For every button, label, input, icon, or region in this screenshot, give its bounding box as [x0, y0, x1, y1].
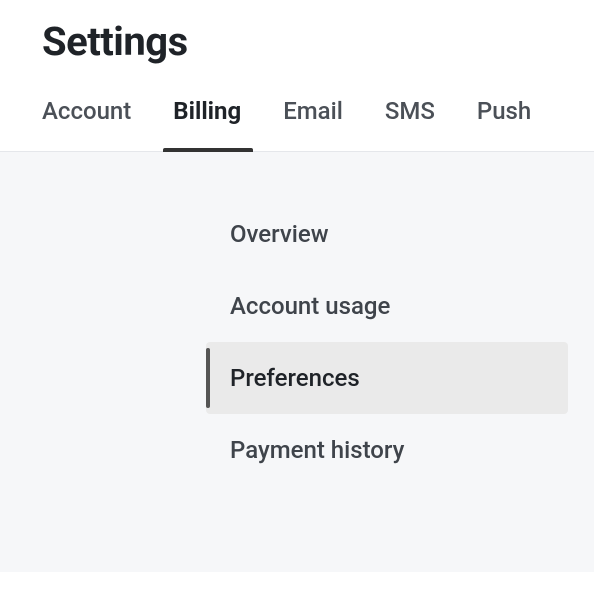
- sidebar-item-account-usage[interactable]: Account usage: [206, 270, 568, 342]
- secondary-nav: Overview Account usage Preferences Payme…: [206, 198, 568, 486]
- content-panel: Overview Account usage Preferences Payme…: [0, 152, 594, 572]
- page-title: Settings: [42, 0, 594, 65]
- sidebar-item-preferences[interactable]: Preferences: [206, 342, 568, 414]
- tab-account[interactable]: Account: [42, 97, 131, 151]
- tab-billing[interactable]: Billing: [173, 97, 241, 151]
- sidebar-item-payment-history[interactable]: Payment history: [206, 414, 568, 486]
- tab-push[interactable]: Push: [477, 97, 531, 151]
- header: Settings: [0, 0, 594, 65]
- tab-email[interactable]: Email: [283, 97, 343, 151]
- tabs-nav: Account Billing Email SMS Push: [0, 65, 594, 152]
- sidebar-item-overview[interactable]: Overview: [206, 198, 568, 270]
- tab-sms[interactable]: SMS: [385, 97, 435, 151]
